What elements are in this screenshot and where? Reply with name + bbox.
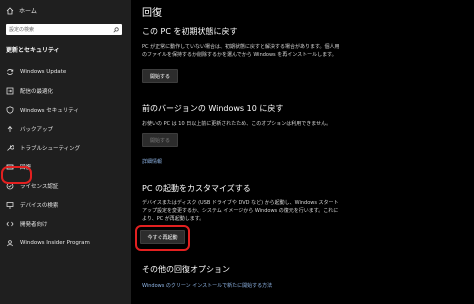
- sidebar-item-find-my-device[interactable]: デバイスの検索: [0, 195, 131, 214]
- highlight-ring-restart: [135, 225, 190, 251]
- page-title: 回復: [142, 8, 162, 19]
- rollback-heading: 前のバージョンの Windows 10 に戻す: [142, 104, 284, 113]
- sidebar-item-troubleshoot[interactable]: トラブルシューティング: [0, 138, 131, 157]
- sidebar-item-label: Windows セキュリティ: [20, 107, 79, 114]
- sidebar-item-label: トラブルシューティング: [20, 145, 81, 152]
- search-icon: [113, 26, 119, 32]
- sidebar-item-insider-program[interactable]: Windows Insider Program: [0, 233, 131, 252]
- developer-icon: [6, 221, 14, 226]
- search-placeholder: 設定の検索: [9, 27, 35, 33]
- sidebar-item-label: Windows Insider Program: [20, 239, 90, 246]
- sidebar-item-backup[interactable]: バックアップ: [0, 119, 131, 138]
- sidebar-item-label: 配信の最適化: [20, 88, 54, 95]
- section-title: 更新とセキュリティ: [6, 47, 60, 54]
- settings-search-input[interactable]: 設定の検索: [6, 24, 122, 35]
- wrench-icon: [7, 144, 14, 151]
- sidebar: ホーム 設定の検索 更新とセキュリティ Windows Update 配信の最適…: [0, 0, 131, 304]
- reset-description: PC が正常に動作していない場合は、初期状態に戻すと解決する場合があります。個人…: [142, 44, 340, 58]
- sidebar-item-windows-security[interactable]: Windows セキュリティ: [0, 100, 131, 119]
- sidebar-item-windows-update[interactable]: Windows Update: [0, 62, 131, 81]
- sidebar-item-delivery-optimization[interactable]: 配信の最適化: [0, 81, 131, 100]
- startup-description: デバイスまたはディスク (USB ドライブや DVD など) から起動し、Win…: [142, 200, 339, 222]
- home-icon: [6, 6, 14, 14]
- clean-install-link[interactable]: Windows のクリーン インストールで新たに開始する方法: [142, 282, 272, 289]
- home-label: ホーム: [19, 8, 37, 15]
- shield-icon: [6, 105, 14, 114]
- sidebar-item-label: デバイスの検索: [20, 202, 59, 209]
- reset-start-button[interactable]: 開始する: [142, 69, 178, 83]
- sidebar-item-label: Windows Update: [20, 68, 67, 75]
- sidebar-nav: Windows Update 配信の最適化 Windows セキュリティ バック…: [0, 62, 131, 252]
- main-content: 回復 この PC を初期状態に戻す PC が正常に動作していない場合は、初期状態…: [131, 0, 474, 304]
- sidebar-item-label: 開発者向け: [20, 221, 48, 228]
- sidebar-item-label: バックアップ: [20, 126, 54, 133]
- other-options-heading: その他の回復オプション: [142, 265, 230, 274]
- rollback-description: お使いの PC は 10 日以上前に更新されたため、このオプションは利用できませ…: [142, 121, 332, 127]
- sync-icon: [7, 68, 14, 75]
- backup-icon: [7, 125, 13, 132]
- startup-heading: PC の起動をカスタマイズする: [142, 184, 251, 193]
- rollback-start-button[interactable]: 開始する: [142, 133, 178, 147]
- find-device-icon: [6, 201, 14, 208]
- home-link[interactable]: ホーム: [6, 6, 37, 15]
- delivery-icon: [6, 87, 14, 94]
- insider-icon: [7, 239, 13, 246]
- sidebar-item-developers[interactable]: 開発者向け: [0, 214, 131, 233]
- highlight-ring-recovery: [1, 166, 32, 184]
- reset-heading: この PC を初期状態に戻す: [142, 27, 238, 36]
- learn-more-link[interactable]: 詳細情報: [142, 158, 162, 165]
